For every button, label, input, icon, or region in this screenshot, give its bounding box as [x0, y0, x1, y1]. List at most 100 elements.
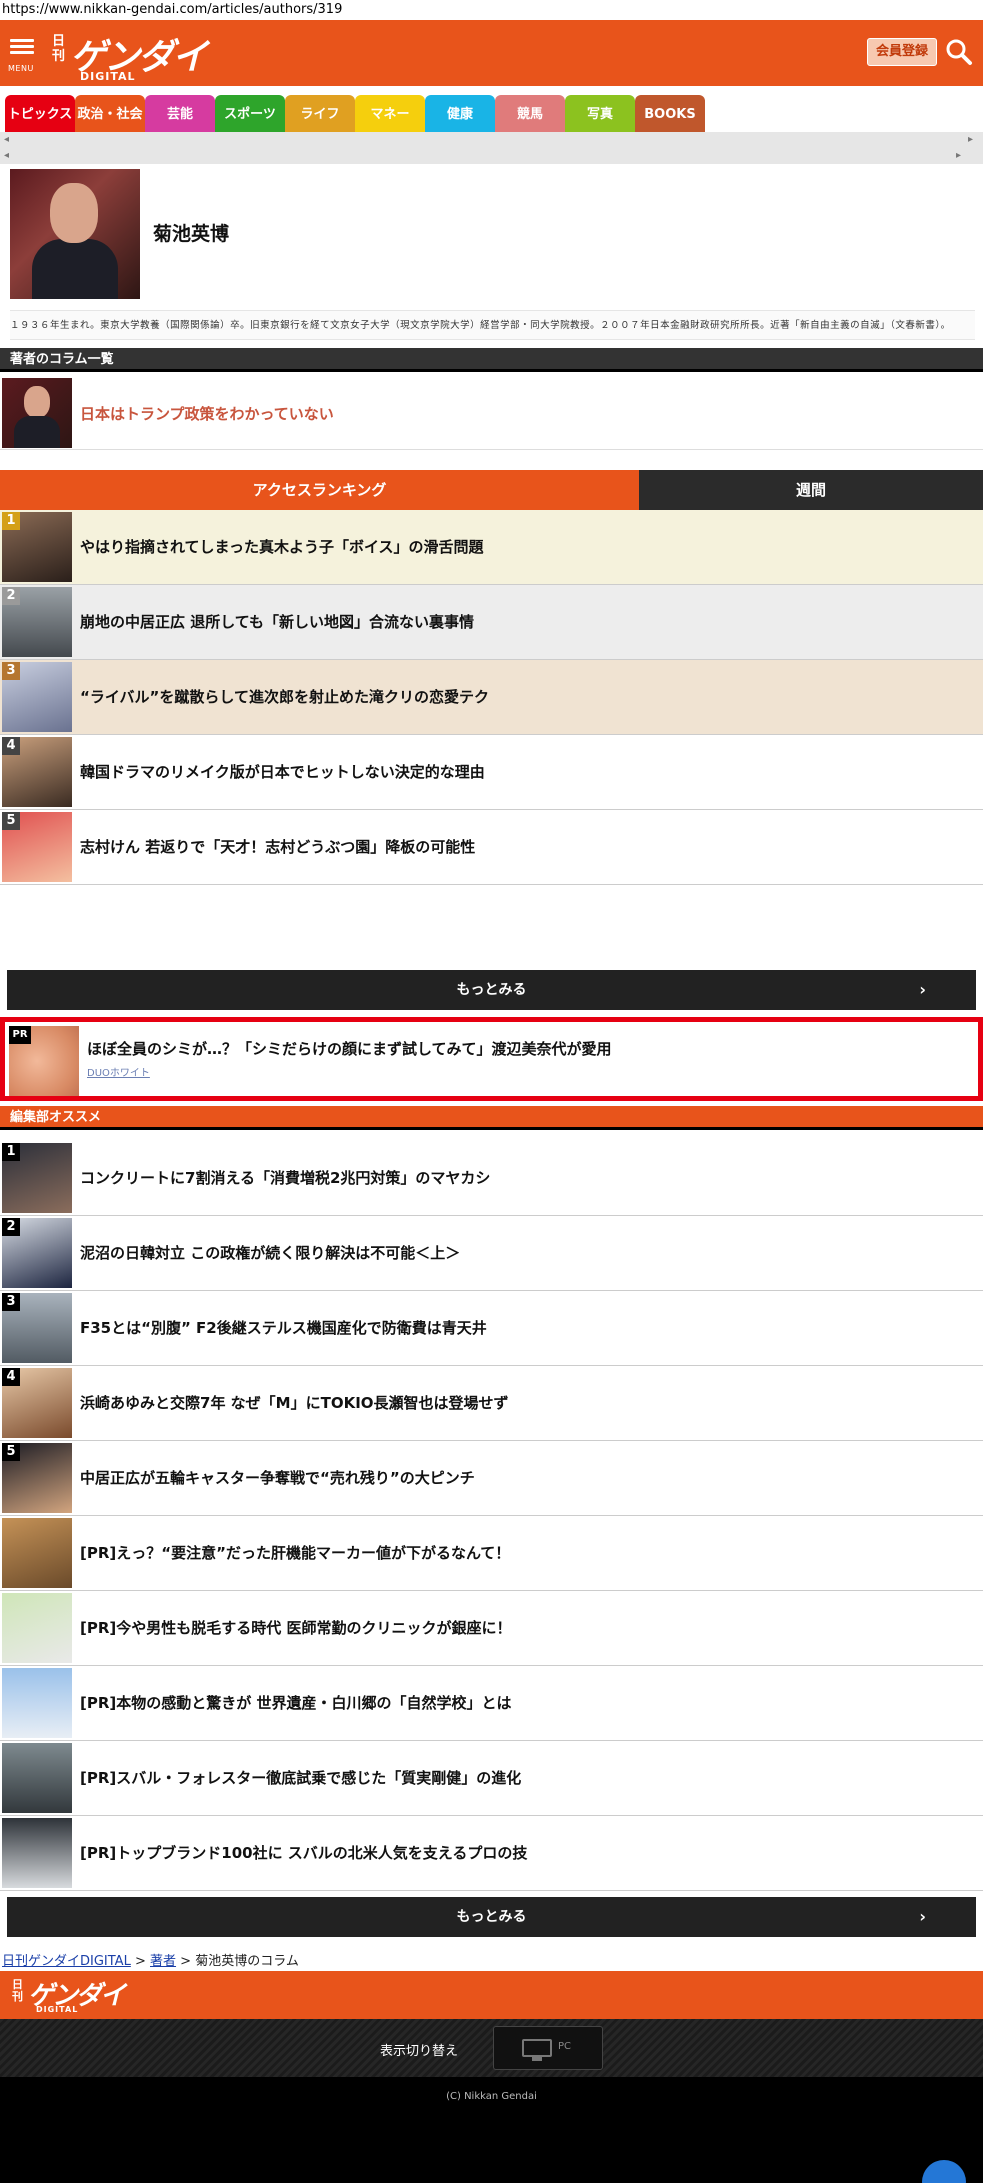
- tab-category-2[interactable]: 芸能: [145, 95, 215, 135]
- breadcrumb-separator: >: [134, 1954, 146, 1969]
- rank-number: 2: [2, 587, 20, 605]
- rank-number: 2: [2, 1218, 20, 1236]
- tab-category-6[interactable]: 健康: [425, 95, 495, 135]
- recommend-more-button[interactable]: もっとみる ›: [7, 1897, 976, 1937]
- recommend-row[interactable]: [PR]トップブランド100社に スバルの北米人気を支えるプロの技: [0, 1816, 983, 1891]
- column-title[interactable]: 日本はトランプ政策をわかっていない: [80, 403, 334, 424]
- hamburger-icon-bar: [10, 51, 34, 54]
- scroll-right-icon[interactable]: ▸: [968, 134, 973, 145]
- tab-category-0[interactable]: トピックス: [5, 95, 75, 135]
- ranking-title[interactable]: “ライバル”を蹴散らして進次郎を射止めた滝クリの恋愛テク: [80, 686, 489, 707]
- tab-category-1[interactable]: 政治・社会: [75, 95, 145, 135]
- recommend-title[interactable]: コンクリートに7割消える「消費増税2兆円対策」のマヤカシ: [80, 1167, 490, 1188]
- rank-number: 5: [2, 812, 20, 830]
- recommend-title[interactable]: 浜崎あゆみと交際7年 なぜ「M」にTOKIO長瀬智也は登場せず: [80, 1392, 509, 1413]
- tab-category-7[interactable]: 競馬: [495, 95, 565, 135]
- hamburger-icon: [10, 39, 34, 42]
- author-photo: [10, 169, 140, 299]
- chevron-up-icon: ︿: [936, 2170, 952, 2183]
- scroll-left-icon[interactable]: ◂: [4, 150, 9, 161]
- hamburger-icon-bar: [10, 45, 34, 48]
- pr-sponsor[interactable]: DUOホワイト: [87, 1064, 150, 1079]
- recommend-title[interactable]: [PR]今や男性も脱毛する時代 医師常勤のクリニックが銀座に！: [80, 1617, 511, 1638]
- menu-button[interactable]: MENU: [8, 36, 38, 80]
- recommend-thumbnail: [2, 1593, 72, 1663]
- recommend-row[interactable]: [PR]今や男性も脱毛する時代 医師常勤のクリニックが銀座に！: [0, 1591, 983, 1666]
- breadcrumb-home[interactable]: 日刊ゲンダイDIGITAL: [2, 1954, 131, 1969]
- pc-label: PC: [558, 2041, 572, 2052]
- recommend-thumbnail: [2, 1668, 72, 1738]
- recommend-title[interactable]: 中居正広が五輪キャスター争奪戦で“売れ残り”の大ピンチ: [80, 1467, 475, 1488]
- pc-view-button[interactable]: PC: [493, 2026, 603, 2070]
- column-item[interactable]: 日本はトランプ政策をわかっていない: [0, 376, 983, 450]
- recommend-title[interactable]: 泥沼の日韓対立 この政権が続く限り解決は不可能＜上＞: [80, 1242, 460, 1263]
- member-register-button[interactable]: 会員登録: [866, 38, 937, 66]
- ranking-title[interactable]: やはり指摘されてしまった真木よう子「ボイス」の滑舌問題: [80, 536, 484, 557]
- scroll-right-icon[interactable]: ▸: [956, 150, 961, 161]
- ranking-list: 1 やはり指摘されてしまった真木よう子「ボイス」の滑舌問題 2 崩地の中居正広 退所し…: [0, 510, 983, 885]
- ranking-row[interactable]: 3 “ライバル”を蹴散らして進次郎を射止めた滝クリの恋愛テク: [0, 660, 983, 735]
- tab-category-5[interactable]: マネー: [355, 95, 425, 135]
- ranking-row[interactable]: 2 崩地の中居正広 退所しても「新しい地図」合流ない裏事情: [0, 585, 983, 660]
- ranking-row[interactable]: 4 韓国ドラマのリメイク版が日本でヒットしない決定的な理由: [0, 735, 983, 810]
- recommend-row[interactable]: [PR]えっ？“要注意”だった肝機能マーカー値が下がるなんて！: [0, 1516, 983, 1591]
- more-label: もっとみる: [456, 1909, 527, 1925]
- footer-bottom: (C) Nikkan Gendai: [0, 2077, 983, 2183]
- rank-number: 1: [2, 1143, 20, 1161]
- scroll-left-icon[interactable]: ◂: [4, 134, 9, 145]
- rank-number: 1: [2, 512, 20, 530]
- browser-url[interactable]: https://www.nikkan-gendai.com/articles/a…: [0, 0, 983, 20]
- ranking-title[interactable]: 崩地の中居正広 退所しても「新しい地図」合流ない裏事情: [80, 611, 474, 632]
- ranking-title[interactable]: 韓国ドラマのリメイク版が日本でヒットしない決定的な理由: [80, 761, 485, 782]
- recommend-row[interactable]: [PR]本物の感動と驚きが 世界遺産・白川郷の「自然学校」とは: [0, 1666, 983, 1741]
- recommend-thumbnail: [2, 1818, 72, 1888]
- rank-number: 4: [2, 737, 20, 755]
- monitor-stand: [532, 2057, 542, 2061]
- site-header: MENU 日刊 ゲンダイ DIGITAL 会員登録: [0, 20, 983, 86]
- breadcrumb-separator: >: [180, 1954, 192, 1969]
- column-list-heading: 著者のコラム一覧: [0, 348, 983, 372]
- tab-access-ranking[interactable]: アクセスランキング: [0, 470, 639, 510]
- tab-category-9[interactable]: BOOKS: [635, 95, 705, 135]
- column-thumbnail: [2, 378, 72, 448]
- ranking-row[interactable]: 1 やはり指摘されてしまった真木よう子「ボイス」の滑舌問題: [0, 510, 983, 585]
- ranking-title[interactable]: 志村けん 若返りで「天才！志村どうぶつ園」降板の可能性: [80, 836, 475, 857]
- recommend-row[interactable]: 3 F35とは“別腹” F2後継ステルス機国産化で防衛費は青天井: [0, 1291, 983, 1366]
- tab-category-8[interactable]: 写真: [565, 95, 635, 135]
- tab-category-4[interactable]: ライフ: [285, 95, 355, 135]
- copyright: (C) Nikkan Gendai: [446, 2091, 537, 2102]
- recommend-row[interactable]: 5 中居正広が五輪キャスター争奪戦で“売れ残り”の大ピンチ: [0, 1441, 983, 1516]
- rank-number: 4: [2, 1368, 20, 1386]
- chevron-right-icon: ›: [919, 980, 926, 999]
- pr-ad[interactable]: PR ほぼ全員のシミが…？「シミだらけの顔にまず試してみて」渡辺美奈代が愛用 D…: [0, 1017, 983, 1101]
- category-scrollbar[interactable]: ◂ ▸ ◂ ▸: [0, 132, 983, 164]
- search-icon[interactable]: [945, 38, 973, 66]
- recommend-heading: 編集部オススメ: [0, 1106, 983, 1130]
- rank-number: 3: [2, 662, 20, 680]
- recommend-row[interactable]: [PR]スバル・フォレスター徹底試乗で感じた「質実剛健」の進化: [0, 1741, 983, 1816]
- rank-number: 3: [2, 1293, 20, 1311]
- display-switch-label: 表示切り替え: [380, 2044, 459, 2059]
- breadcrumb-authors[interactable]: 著者: [150, 1954, 176, 1969]
- recommend-title[interactable]: F35とは“別腹” F2後継ステルス機国産化で防衛費は青天井: [80, 1317, 487, 1338]
- recommend-row[interactable]: 1 コンクリートに7割消える「消費増税2兆円対策」のマヤカシ: [0, 1141, 983, 1216]
- ranking-row[interactable]: 5 志村けん 若返りで「天才！志村どうぶつ園」降板の可能性: [0, 810, 983, 885]
- recommend-row[interactable]: 4 浜崎あゆみと交際7年 なぜ「M」にTOKIO長瀬智也は登場せず: [0, 1366, 983, 1441]
- recommend-title[interactable]: [PR]本物の感動と驚きが 世界遺産・白川郷の「自然学校」とは: [80, 1692, 511, 1713]
- recommend-list: 1 コンクリートに7割消える「消費増税2兆円対策」のマヤカシ 2 泥沼の日韓対立 この…: [0, 1141, 983, 1891]
- recommend-title[interactable]: [PR]スバル・フォレスター徹底試乗で感じた「質実剛健」の進化: [80, 1767, 521, 1788]
- tab-category-3[interactable]: スポーツ: [215, 95, 285, 135]
- rank-number: 5: [2, 1443, 20, 1461]
- footer-logo[interactable]: 日刊 ゲンダイ DIGITAL: [0, 1971, 983, 2019]
- category-tabs: トピックス 政治・社会 芸能 スポーツ ライフ マネー 健康 競馬 写真 BOOKS: [5, 95, 705, 135]
- recommend-row[interactable]: 2 泥沼の日韓対立 この政権が続く限り解決は不可能＜上＞: [0, 1216, 983, 1291]
- ranking-more-button[interactable]: もっとみる ›: [7, 970, 976, 1010]
- logo-sub: DIGITAL: [80, 70, 136, 83]
- pr-title[interactable]: ほぼ全員のシミが…？「シミだらけの顔にまず試してみて」渡辺美奈代が愛用: [87, 1038, 612, 1059]
- breadcrumb-current: 菊池英博のコラム: [195, 1954, 299, 1969]
- recommend-title[interactable]: [PR]トップブランド100社に スバルの北米人気を支えるプロの技: [80, 1842, 527, 1863]
- recommend-title[interactable]: [PR]えっ？“要注意”だった肝機能マーカー値が下がるなんて！: [80, 1542, 510, 1563]
- menu-label: MENU: [8, 64, 34, 73]
- chevron-right-icon: ›: [919, 1907, 926, 1926]
- tab-weekly[interactable]: 週間: [639, 470, 983, 510]
